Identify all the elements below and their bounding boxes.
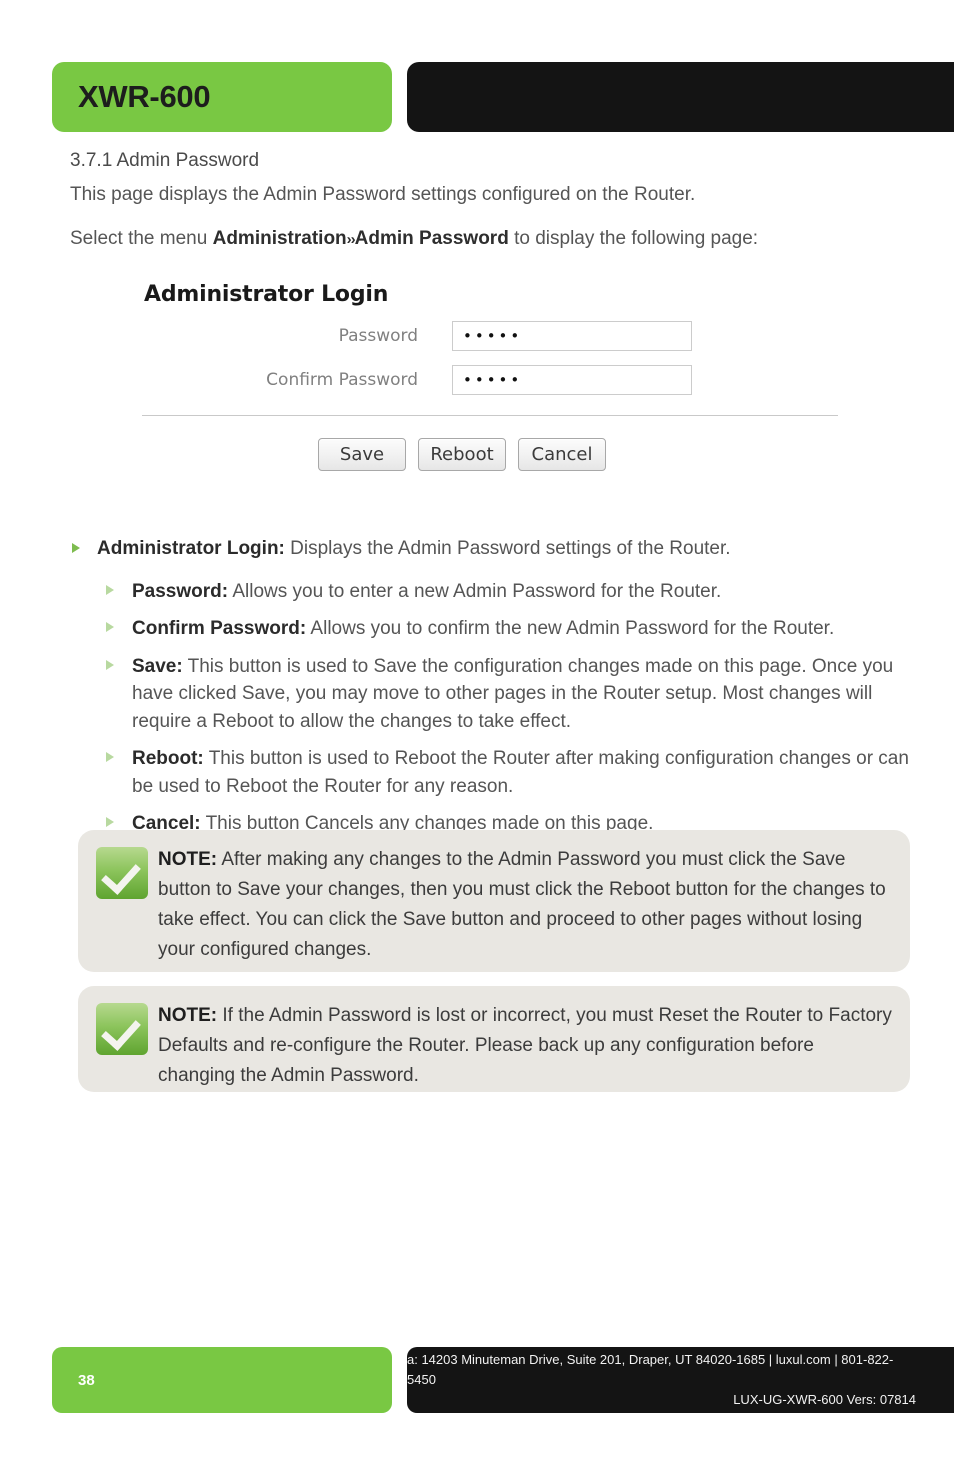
note-label: NOTE:: [158, 1005, 218, 1026]
intro-pre-text: Select the menu: [70, 228, 213, 249]
confirm-password-label: Confirm Password: [266, 370, 418, 390]
triangle-outline-bullet-icon: [106, 584, 114, 595]
list-item: Save: This button is used to Save the co…: [70, 653, 930, 736]
triangle-outline-bullet-icon: [106, 817, 114, 828]
note-content: NOTE: After making any changes to the Ad…: [158, 844, 892, 960]
section-heading: 3.7.1 Admin Password: [70, 150, 260, 171]
confirm-password-input[interactable]: •••••: [452, 365, 692, 395]
footer-page-block: 38: [52, 1347, 392, 1413]
page-number: 38: [78, 1371, 95, 1389]
password-input[interactable]: •••••: [452, 321, 692, 351]
note-box: NOTE: After making any changes to the Ad…: [78, 830, 910, 972]
header-black-bar: [407, 62, 954, 132]
list-item-text: This button is used to Save the configur…: [132, 655, 894, 732]
list-item-term: Password:: [132, 580, 229, 602]
triangle-outline-bullet-icon: [106, 622, 114, 633]
intro-paragraph-1: This page displays the Admin Password se…: [70, 184, 696, 205]
intro-paragraph-2: Select the menu Administration››Admin Pa…: [70, 228, 758, 250]
list-item-text: Allows you to enter a new Admin Password…: [228, 580, 722, 602]
menu-path-administration: Administration: [212, 228, 347, 249]
triangle-outline-bullet-icon: [106, 659, 114, 670]
router-ui-heading: Administrator Login: [144, 282, 389, 307]
list-item-text: Displays the Admin Password settings of …: [284, 538, 731, 559]
list-item: Confirm Password: Allows you to confirm …: [70, 615, 930, 643]
note-label: NOTE:: [158, 849, 218, 870]
header-brand-block: XWR-600: [52, 62, 392, 132]
footer-address: a: 14203 Minuteman Drive, Suite 201, Dra…: [407, 1351, 894, 1387]
triangle-bullet-icon: [72, 543, 80, 553]
list-item: Password: Allows you to enter a new Admi…: [70, 578, 930, 606]
document-page: XWR-600 3.7.1 Admin Password This page d…: [0, 0, 954, 1475]
checkmark-icon: [96, 1003, 148, 1055]
list-item-term: Confirm Password:: [132, 618, 307, 640]
footer-doc-version: LUX-UG-XWR-600 Vers: 07814: [733, 1392, 916, 1408]
router-ui-button-row: Save Reboot Cancel: [142, 438, 842, 471]
list-item-term: Administrator Login:: [97, 538, 285, 559]
description-list: Administrator Login: Displays the Admin …: [70, 536, 930, 848]
page-header: XWR-600: [52, 62, 954, 132]
checkmark-icon: [96, 847, 148, 899]
footer-info-block: a: 14203 Minuteman Drive, Suite 201, Dra…: [407, 1347, 954, 1413]
list-item-text: Allows you to confirm the new Admin Pass…: [306, 618, 835, 640]
menu-path-chevron-icon: ››: [346, 231, 356, 248]
note-body-text: After making any changes to the Admin Pa…: [158, 849, 886, 961]
list-item: Reboot: This button is used to Reboot th…: [70, 745, 930, 800]
note-body-text: If the Admin Password is lost or incorre…: [158, 1005, 892, 1087]
menu-path-admin-password: Admin Password: [354, 228, 509, 249]
note-box: NOTE: If the Admin Password is lost or i…: [78, 986, 910, 1092]
list-item: Administrator Login: Displays the Admin …: [70, 536, 930, 562]
intro-post-text: to display the following page:: [508, 228, 759, 249]
page-title: XWR-600: [78, 79, 211, 114]
list-item-text: This button is used to Reboot the Router…: [132, 748, 909, 797]
router-ui-screenshot: Administrator Login Password ••••• Confi…: [142, 282, 842, 497]
triangle-outline-bullet-icon: [106, 752, 114, 763]
form-divider: [142, 415, 838, 416]
note-content: NOTE: If the Admin Password is lost or i…: [158, 1000, 892, 1086]
confirm-password-row: Confirm Password •••••: [142, 365, 842, 395]
password-row: Password •••••: [142, 321, 842, 351]
password-label: Password: [338, 326, 418, 346]
list-item-term: Reboot:: [132, 748, 204, 770]
cancel-button[interactable]: Cancel: [518, 438, 606, 471]
page-footer: 38 a: 14203 Minuteman Drive, Suite 201, …: [52, 1347, 954, 1413]
list-item-term: Save:: [132, 655, 183, 677]
reboot-button[interactable]: Reboot: [418, 438, 506, 471]
save-button[interactable]: Save: [318, 438, 406, 471]
